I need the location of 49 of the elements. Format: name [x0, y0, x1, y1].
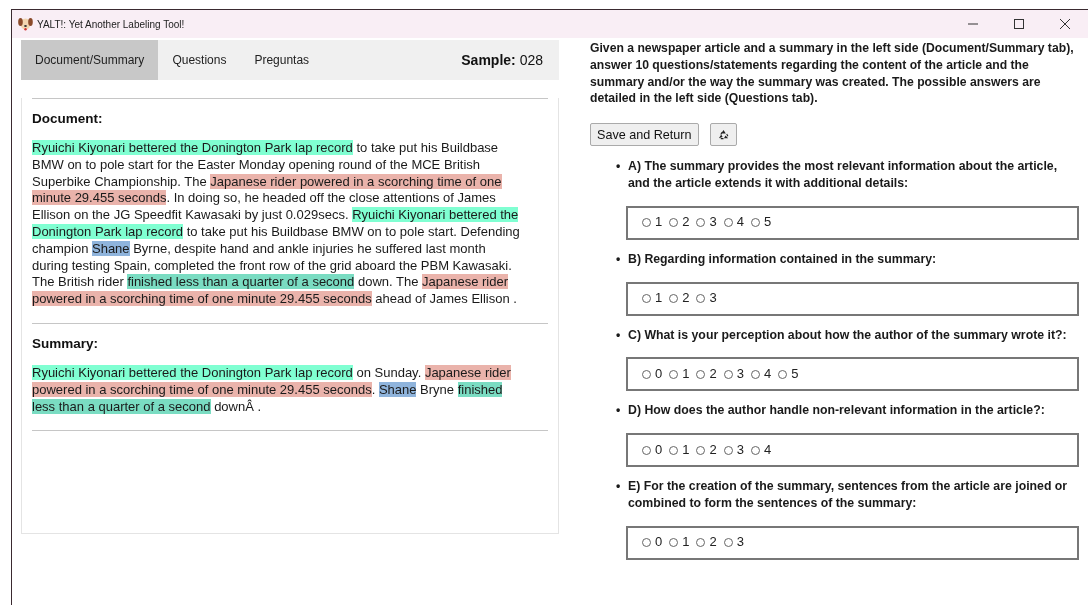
close-icon[interactable] — [1060, 19, 1070, 29]
tab[interactable]: Preguntas — [240, 40, 324, 80]
bullet: • — [616, 158, 622, 176]
window-title: YALT!: Yet Another Labeling Tool! — [37, 18, 186, 30]
radio-option[interactable]: 5 — [778, 365, 799, 383]
question-text: E) For the creation of the summary, sentences from the article are joined or combined to form the sentences of the summary: — [628, 478, 1069, 512]
instructions-text: Given a newspaper article and a summary in the left side (Document/Summary tab), answer 10 questions/statements regarding the content of the article and the summary and/or the way the summary was created. The possible answers are detailed in the left side (Questions tab). — [590, 40, 1075, 108]
radio-option[interactable]: 2 — [696, 365, 717, 383]
radio-option[interactable]: 4 — [750, 441, 772, 459]
tab[interactable]: Document/Summary — [21, 40, 159, 80]
radio-option[interactable]: 2 — [669, 290, 690, 307]
radio-option[interactable]: 3 — [723, 534, 744, 552]
radio-option[interactable]: 5 — [750, 214, 772, 232]
radio-option[interactable]: 0 — [642, 365, 663, 383]
radio-option[interactable]: 4 — [750, 365, 772, 383]
question-text: A) The summary provides the most relevant information about the article, and the article extends it with additional details: — [628, 158, 1059, 192]
radio-option[interactable]: 1 — [669, 534, 690, 552]
section-heading: Summary: — [32, 335, 100, 351]
recycle-button[interactable] — [709, 123, 737, 147]
recycle-icon — [717, 129, 729, 141]
bullet: • — [616, 326, 622, 344]
question-text: B) Regarding information contained in the summary: — [628, 250, 937, 268]
bullet: • — [616, 402, 622, 420]
tab[interactable]: Questions — [158, 40, 241, 80]
radio-option[interactable]: 2 — [669, 214, 690, 232]
radio-option[interactable]: 0 — [642, 441, 663, 459]
bullet: • — [616, 478, 622, 496]
radio-option[interactable]: 2 — [696, 441, 717, 459]
document-text: Ryuichi Kiyonari bettered the Donington Park lap record to take put his Buildbase BMW on to pole start for the Easter Monday opening round of the MCE British Superbike Championship. The Japanese rider powered in a scorching time of one minute 29.455 seconds. In doing so, he headed off the close attentions of James Ellison on the JG Speedfit Kawasaki by just 0.029secs. Ryuichi Kiyonari bettered the Donington Park lap record to take put his Buildbase BMW on to pole start. Defending champion Shane Byrne, despite hand and ankle injuries he suffered last month during testing Spain, completed the front row of the grid aboard the PBM Kawasaki. The British rider finished less than a quarter of a second down. The Japanese rider powered in a scorching time of one minute 29.455 seconds ahead of James Ellison . — [32, 140, 521, 308]
radio-option[interactable]: 0 — [642, 534, 663, 552]
summary-text: Ryuichi Kiyonari bettered the Donington Park lap record on Sunday. Japanese rider powered in a scorching time of one minute 29.455 seconds. Shane Bryne finished less than a quarter of a second downÂ . — [32, 364, 512, 416]
radio-option[interactable]: 1 — [669, 365, 690, 383]
maximize-icon[interactable] — [1014, 19, 1024, 29]
radio-option[interactable]: 3 — [723, 365, 744, 383]
radio-option[interactable]: 1 — [669, 441, 690, 459]
radio-option[interactable]: 3 — [723, 441, 744, 459]
radio-option[interactable]: 4 — [723, 214, 744, 232]
save-button[interactable]: Save and Return — [590, 123, 699, 147]
radio-option[interactable]: 1 — [642, 214, 663, 232]
radio-option[interactable]: 2 — [696, 534, 717, 552]
radio-option[interactable]: 3 — [696, 214, 717, 232]
sample-number: Sample: 028 — [461, 52, 544, 68]
radio-option[interactable]: 3 — [696, 290, 717, 307]
bullet: • — [616, 250, 622, 268]
dog-icon — [18, 17, 33, 31]
question-text: C) What is your perception about how the author of the summary wrote it?: — [628, 326, 1067, 344]
question-text: D) How does the author handle non-relevant information in the article?: — [628, 402, 1045, 420]
section-heading: Document: — [32, 111, 104, 126]
radio-option[interactable]: 1 — [642, 290, 663, 307]
